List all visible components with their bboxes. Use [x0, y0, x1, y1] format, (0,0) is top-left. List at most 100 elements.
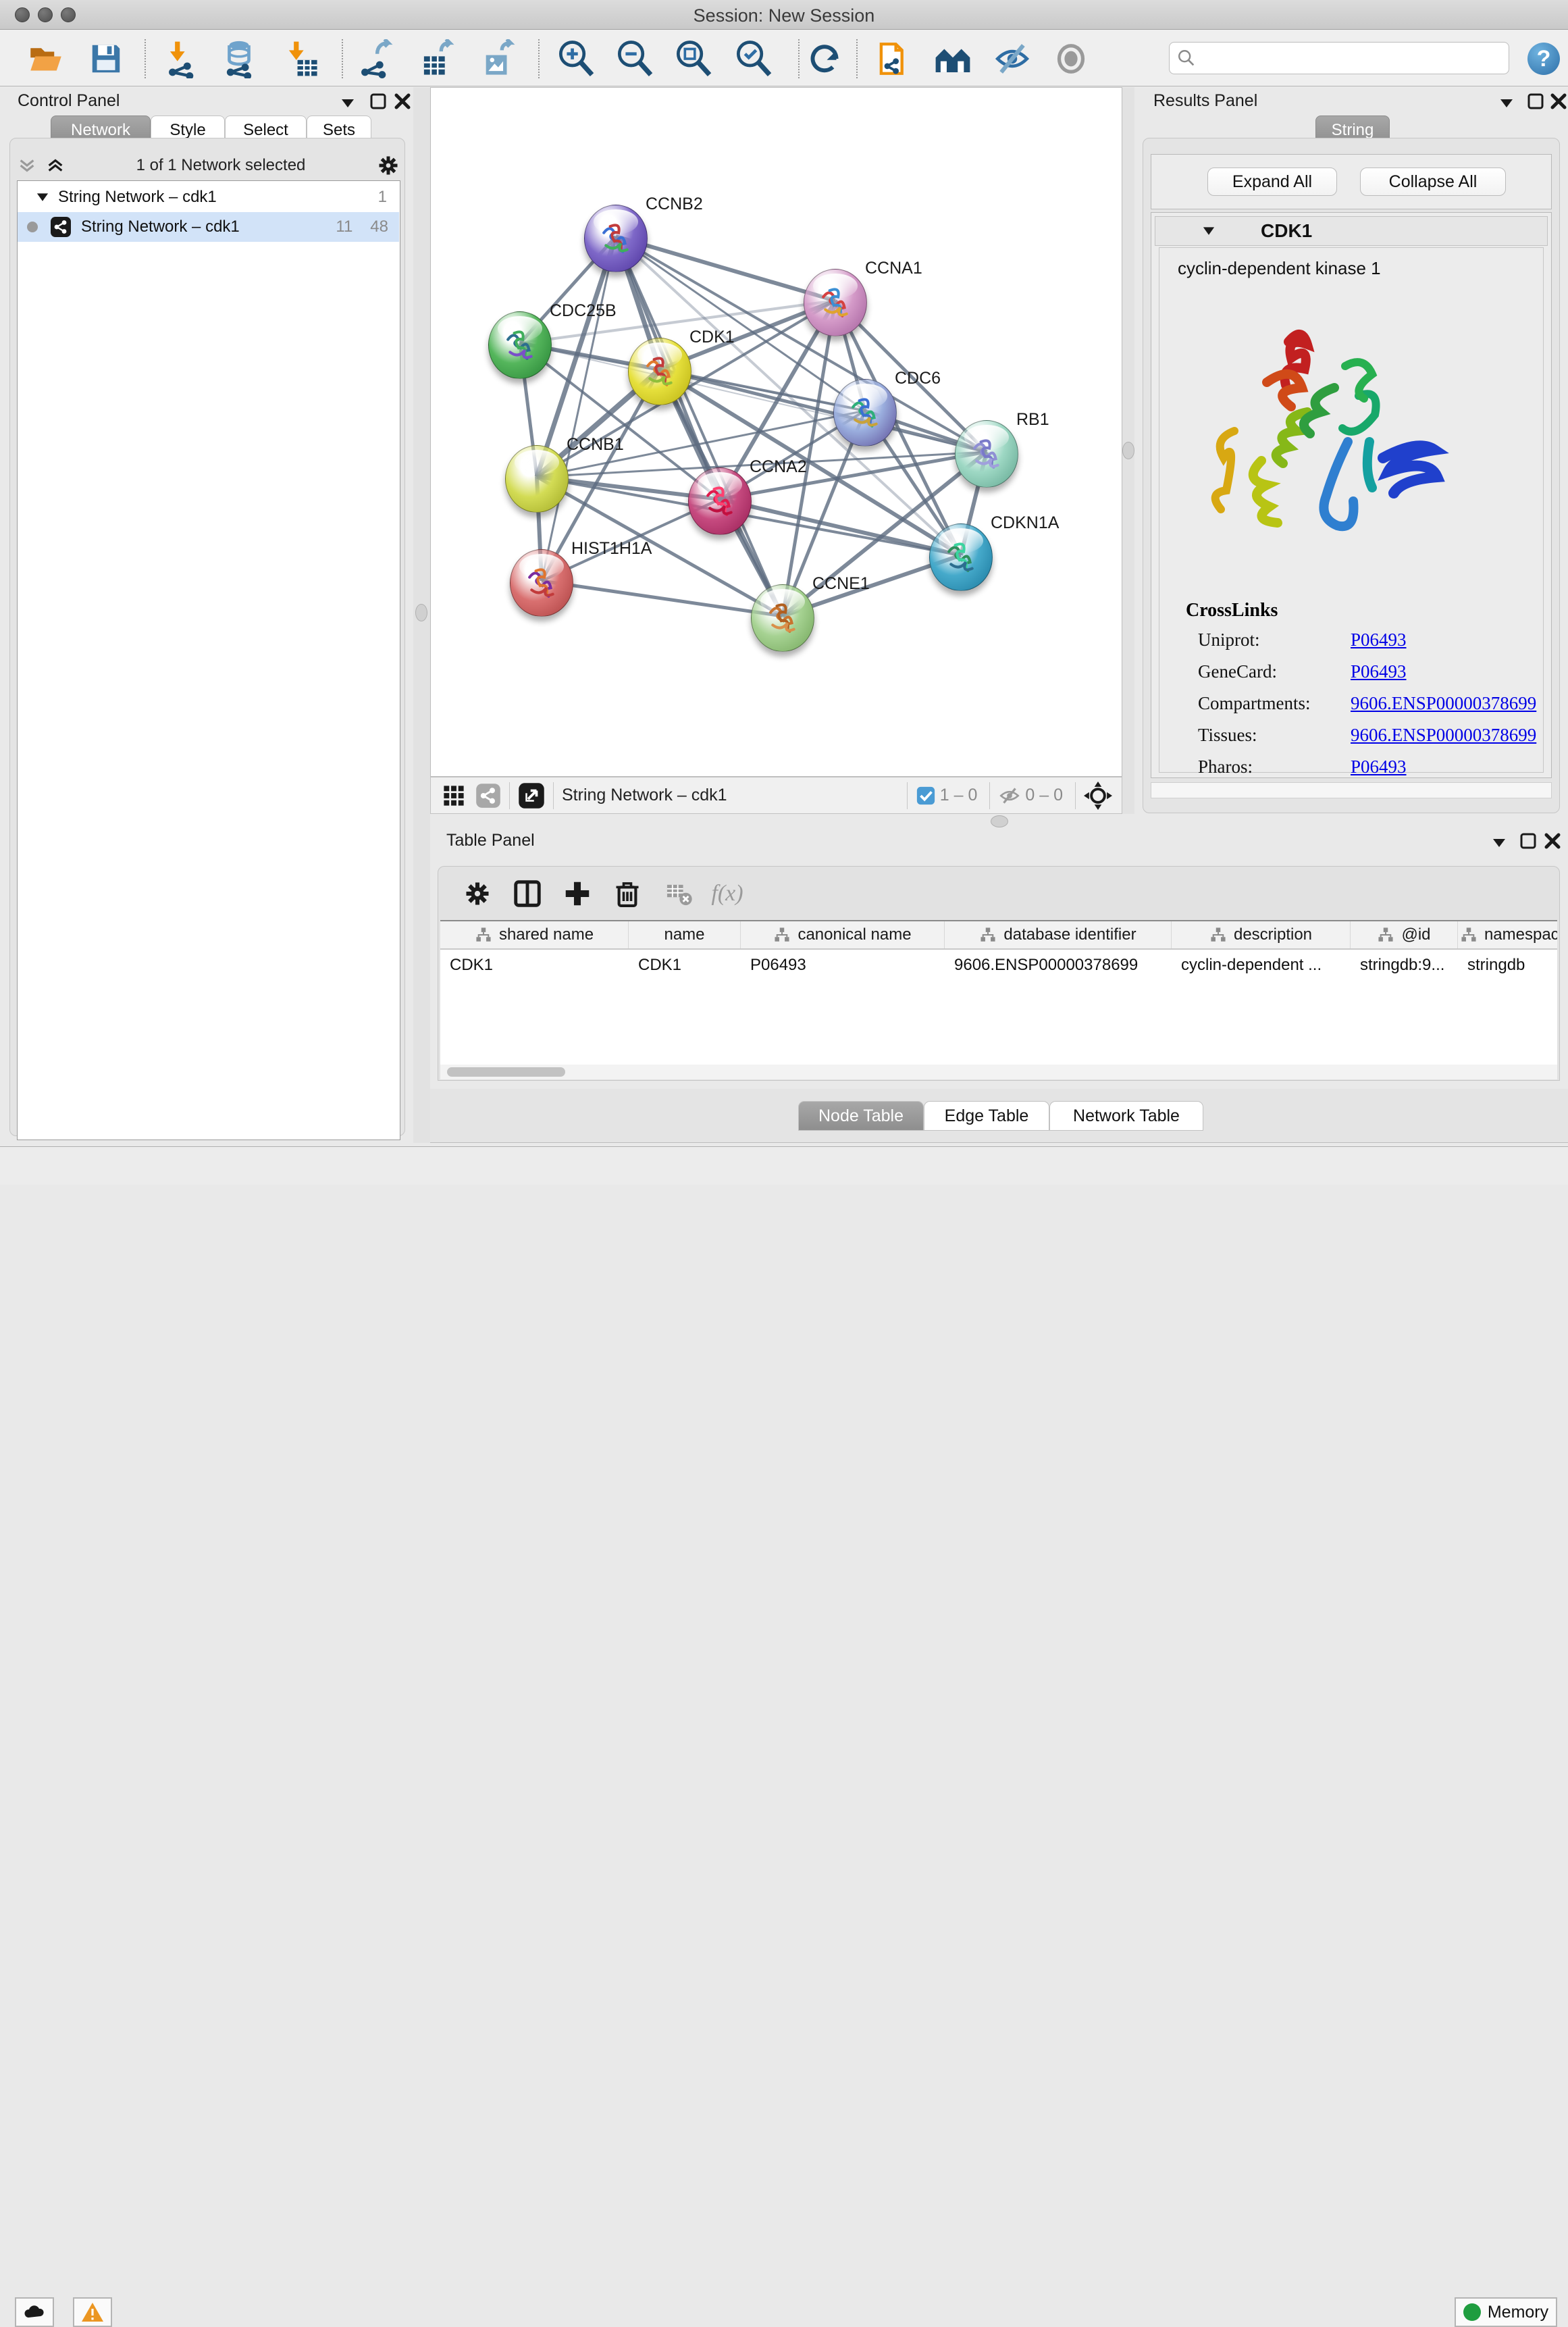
network-edge-CCNB2-CCNE1[interactable] — [616, 236, 783, 616]
fit-content-crosshair-icon[interactable] — [1084, 782, 1112, 810]
clear-table-button[interactable] — [660, 875, 697, 912]
gene-section-header[interactable]: CDK1 — [1155, 216, 1548, 246]
string-home-button[interactable] — [931, 36, 975, 81]
selected-checkbox-icon[interactable] — [916, 786, 936, 806]
network-node-HIST1H1A[interactable] — [510, 549, 573, 617]
network-node-CCNB1[interactable] — [505, 445, 569, 513]
export-table-button[interactable] — [414, 36, 459, 81]
table-settings-button[interactable] — [459, 875, 496, 912]
network-edge-HIST1H1A-CCNE1[interactable] — [542, 581, 783, 616]
function-builder-button[interactable]: f(x) — [709, 875, 746, 912]
share-session-button[interactable] — [871, 36, 916, 81]
table-cell[interactable]: 9606.ENSP00000378699 — [945, 951, 1172, 979]
tab-network-table[interactable]: Network Table — [1049, 1101, 1203, 1131]
maximize-panel-icon[interactable] — [1526, 92, 1545, 111]
hidden-eye-icon[interactable] — [998, 784, 1021, 807]
tab-edge-table[interactable]: Edge Table — [924, 1101, 1049, 1131]
results-horizontal-scrollbar[interactable] — [1151, 782, 1552, 798]
open-session-button[interactable] — [24, 36, 68, 81]
help-button[interactable]: ? — [1527, 43, 1560, 75]
network-node-RB1[interactable] — [955, 420, 1018, 488]
search-input[interactable] — [1203, 43, 1509, 74]
hide-selected-button[interactable] — [990, 36, 1035, 81]
create-column-button[interactable] — [559, 875, 596, 912]
network-node-CCNA2[interactable] — [688, 467, 752, 535]
refresh-button[interactable] — [802, 36, 847, 81]
crosslink-link[interactable]: 9606.ENSP00000378699 — [1351, 693, 1536, 714]
search-box[interactable] — [1169, 42, 1509, 74]
float-panel-icon[interactable] — [336, 95, 359, 110]
column-header-databaseidentifier[interactable]: database identifier — [945, 921, 1172, 948]
close-panel-icon[interactable] — [1549, 92, 1568, 111]
float-panel-icon[interactable] — [1488, 835, 1511, 850]
cloud-status-button[interactable] — [15, 2297, 54, 2327]
delete-column-button[interactable] — [609, 875, 646, 912]
show-all-button[interactable] — [1049, 36, 1093, 81]
gear-icon[interactable] — [376, 153, 400, 178]
show-columns-button[interactable] — [509, 875, 546, 912]
warnings-button[interactable] — [73, 2297, 112, 2327]
table-cell[interactable]: stringdb — [1458, 951, 1557, 979]
table-cell[interactable]: CDK1 — [629, 951, 741, 979]
column-header-sharedname[interactable]: shared name — [440, 921, 629, 948]
import-network-file-button[interactable] — [160, 36, 205, 81]
zoom-selected-button[interactable] — [731, 36, 776, 81]
crosslink-link[interactable]: P06493 — [1351, 757, 1407, 777]
network-node-CDK1[interactable] — [628, 338, 691, 405]
zoom-out-button[interactable] — [612, 36, 657, 81]
network-node-CCNE1[interactable] — [751, 584, 814, 652]
network-view-canvas[interactable]: CCNB2CCNA1CDC25BCDK1CDC6RB1CCNB1CCNA2CDK… — [430, 87, 1122, 777]
table-row[interactable]: CDK1CDK1P064939606.ENSP00000378699cyclin… — [440, 951, 1557, 979]
float-panel-icon[interactable] — [1495, 95, 1518, 110]
table-cell[interactable]: P06493 — [741, 951, 945, 979]
network-icon-gray[interactable] — [475, 783, 501, 809]
column-header-description[interactable]: description — [1172, 921, 1351, 948]
crosslink-link[interactable]: 9606.ENSP00000378699 — [1351, 725, 1536, 746]
bottom-splitter-handle[interactable] — [991, 815, 1008, 827]
right-splitter-handle[interactable] — [1122, 442, 1134, 459]
import-network-database-button[interactable] — [217, 36, 261, 81]
column-header-name[interactable]: name — [629, 921, 741, 948]
right-splitter[interactable] — [1122, 87, 1134, 829]
table-cell[interactable]: cyclin-dependent ... — [1172, 951, 1351, 979]
export-image-button[interactable] — [475, 36, 519, 81]
collapse-all-button[interactable]: Collapse All — [1360, 168, 1506, 196]
collapse-all-icon[interactable] — [17, 155, 37, 176]
export-network-button[interactable] — [352, 36, 397, 81]
tab-node-table[interactable]: Node Table — [798, 1101, 924, 1131]
network-tree-root-row[interactable]: String Network – cdk1 1 — [18, 182, 399, 212]
left-splitter-handle[interactable] — [415, 604, 427, 621]
section-collapse-icon[interactable] — [1200, 222, 1218, 240]
network-tree-row[interactable]: String Network – cdk1 11 48 — [18, 212, 399, 242]
left-splitter[interactable] — [413, 87, 430, 1143]
detach-view-icon[interactable] — [518, 782, 545, 809]
maximize-panel-icon[interactable] — [1519, 832, 1538, 850]
network-edge-CCNA2-CDKN1A[interactable] — [720, 499, 961, 555]
import-table-button[interactable] — [279, 36, 323, 81]
grid-view-icon[interactable] — [442, 784, 466, 808]
expand-all-icon[interactable] — [45, 155, 66, 176]
column-header-canonicalname[interactable]: canonical name — [741, 921, 945, 948]
expand-all-button[interactable]: Expand All — [1207, 168, 1337, 196]
close-panel-icon[interactable] — [1543, 832, 1562, 850]
table-scrollbar-thumb[interactable] — [447, 1067, 565, 1077]
table-cell[interactable]: CDK1 — [440, 951, 629, 979]
maximize-panel-icon[interactable] — [369, 92, 388, 111]
table-horizontal-scrollbar[interactable] — [440, 1065, 1557, 1079]
network-node-CDC6[interactable] — [833, 379, 897, 446]
zoom-in-button[interactable] — [554, 36, 598, 81]
column-header-namespace[interactable]: namespace — [1458, 921, 1557, 948]
table-cell[interactable]: stringdb:9... — [1351, 951, 1458, 979]
tree-collapse-icon[interactable] — [34, 188, 51, 206]
crosslink-link[interactable]: P06493 — [1351, 630, 1407, 650]
crosslink-link[interactable]: P06493 — [1351, 661, 1407, 682]
close-panel-icon[interactable] — [393, 92, 412, 111]
network-node-CCNB2[interactable] — [584, 205, 648, 272]
network-node-CDKN1A[interactable] — [929, 523, 993, 591]
zoom-fit-button[interactable] — [671, 36, 716, 81]
save-session-button[interactable] — [84, 36, 128, 81]
memory-button[interactable]: Memory — [1455, 2297, 1557, 2327]
network-node-CCNA1[interactable] — [804, 269, 867, 336]
column-header-id[interactable]: @id — [1351, 921, 1458, 948]
network-node-CDC25B[interactable] — [488, 311, 552, 379]
